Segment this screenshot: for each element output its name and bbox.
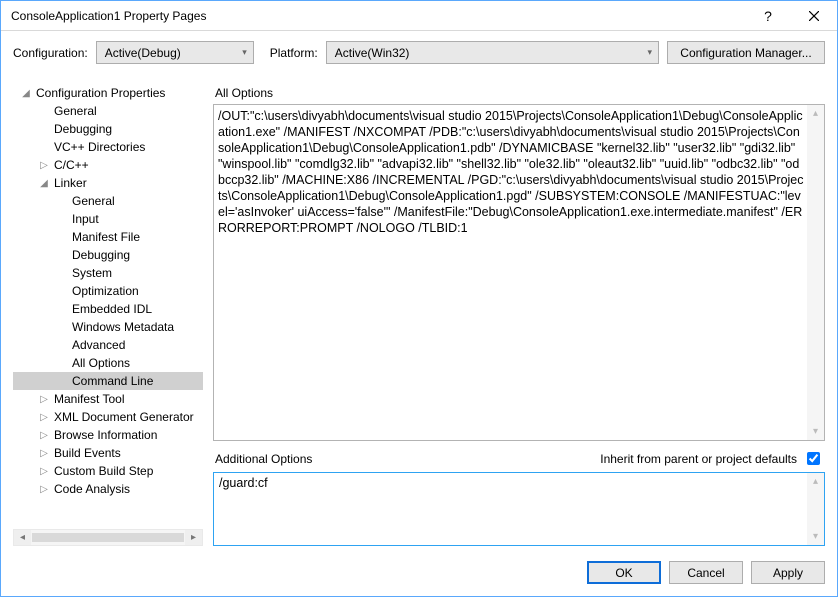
- tree-item-linker-manifest-file[interactable]: Manifest File: [13, 228, 203, 246]
- tree-item-ccpp[interactable]: ▷C/C++: [13, 156, 203, 174]
- tree-item-linker-input[interactable]: Input: [13, 210, 203, 228]
- middle-area: ◢ Configuration Properties General Debug…: [13, 84, 825, 546]
- all-options-text[interactable]: /OUT:"c:\users\divyabh\documents\visual …: [214, 105, 824, 440]
- scrollbar-thumb[interactable]: [32, 533, 184, 542]
- configuration-manager-button[interactable]: Configuration Manager...: [667, 41, 825, 64]
- triangle-right-icon: ▷: [37, 412, 51, 423]
- tree-item-build-events[interactable]: ▷Build Events: [13, 444, 203, 462]
- configuration-value: Active(Debug): [105, 46, 181, 60]
- platform-combo[interactable]: Active(Win32) ▾: [326, 41, 659, 64]
- tree-item-linker-system[interactable]: System: [13, 264, 203, 282]
- window-title: ConsoleApplication1 Property Pages: [11, 9, 745, 23]
- close-button[interactable]: [791, 1, 837, 31]
- all-options-label: All Options: [213, 84, 825, 104]
- tree-pane: ◢ Configuration Properties General Debug…: [13, 84, 203, 546]
- scroll-left-icon[interactable]: ◂: [14, 530, 31, 545]
- tree-horizontal-scrollbar[interactable]: ◂ ▸: [13, 529, 203, 546]
- tree-item-manifest-tool[interactable]: ▷Manifest Tool: [13, 390, 203, 408]
- tree-item-browse-info[interactable]: ▷Browse Information: [13, 426, 203, 444]
- close-icon: [809, 11, 819, 21]
- scroll-up-icon[interactable]: ▴: [807, 105, 824, 122]
- triangle-right-icon: ▷: [37, 430, 51, 441]
- triangle-down-icon: ◢: [19, 88, 33, 99]
- tree-item-linker-debugging[interactable]: Debugging: [13, 246, 203, 264]
- tree-root[interactable]: ◢ Configuration Properties: [13, 84, 203, 102]
- scroll-up-icon[interactable]: ▴: [807, 473, 824, 490]
- all-options-box: /OUT:"c:\users\divyabh\documents\visual …: [213, 104, 825, 441]
- tree-item-linker-advanced[interactable]: Advanced: [13, 336, 203, 354]
- config-toolbar: Configuration: Active(Debug) ▾ Platform:…: [13, 41, 825, 64]
- chevron-down-icon: ▾: [647, 47, 652, 58]
- platform-label: Platform:: [270, 46, 318, 60]
- tree-item-general[interactable]: General: [13, 102, 203, 120]
- tree-item-linker-embedded-idl[interactable]: Embedded IDL: [13, 300, 203, 318]
- ok-button[interactable]: OK: [587, 561, 661, 584]
- cancel-button[interactable]: Cancel: [669, 561, 743, 584]
- tree-item-code-analysis[interactable]: ▷Code Analysis: [13, 480, 203, 498]
- chevron-down-icon: ▾: [242, 47, 247, 58]
- tree-item-linker[interactable]: ◢Linker: [13, 174, 203, 192]
- tree-item-vcpp-directories[interactable]: VC++ Directories: [13, 138, 203, 156]
- additional-options-text[interactable]: /guard:cf: [214, 473, 824, 545]
- tree-item-debugging[interactable]: Debugging: [13, 120, 203, 138]
- all-options-vscroll[interactable]: ▴ ▾: [807, 105, 824, 440]
- triangle-right-icon: ▷: [37, 394, 51, 405]
- inherit-label: Inherit from parent or project defaults: [600, 452, 797, 466]
- scroll-down-icon[interactable]: ▾: [807, 423, 824, 440]
- triangle-right-icon: ▷: [37, 160, 51, 171]
- triangle-down-icon: ◢: [37, 178, 51, 189]
- property-tree[interactable]: ◢ Configuration Properties General Debug…: [13, 84, 203, 525]
- apply-button[interactable]: Apply: [751, 561, 825, 584]
- tree-item-linker-all-options[interactable]: All Options: [13, 354, 203, 372]
- help-button[interactable]: ?: [745, 1, 791, 31]
- dialog-buttons: OK Cancel Apply: [13, 561, 825, 584]
- scroll-right-icon[interactable]: ▸: [185, 530, 202, 545]
- tree-item-linker-windows-metadata[interactable]: Windows Metadata: [13, 318, 203, 336]
- tree-item-linker-command-line[interactable]: Command Line: [13, 372, 203, 390]
- tree-item-custom-build-step[interactable]: ▷Custom Build Step: [13, 462, 203, 480]
- inherit-row: Additional Options Inherit from parent o…: [213, 449, 823, 468]
- configuration-combo[interactable]: Active(Debug) ▾: [96, 41, 254, 64]
- triangle-right-icon: ▷: [37, 466, 51, 477]
- tree-item-linker-optimization[interactable]: Optimization: [13, 282, 203, 300]
- configuration-label: Configuration:: [13, 46, 88, 60]
- inherit-checkbox[interactable]: [807, 452, 820, 465]
- triangle-right-icon: ▷: [37, 484, 51, 495]
- additional-options-box[interactable]: /guard:cf ▴ ▾: [213, 472, 825, 546]
- right-pane: All Options /OUT:"c:\users\divyabh\docum…: [213, 84, 825, 546]
- tree-item-linker-general[interactable]: General: [13, 192, 203, 210]
- platform-value: Active(Win32): [335, 46, 410, 60]
- additional-options-label: Additional Options: [213, 452, 594, 466]
- scroll-down-icon[interactable]: ▾: [807, 528, 824, 545]
- triangle-right-icon: ▷: [37, 448, 51, 459]
- content-area: Configuration: Active(Debug) ▾ Platform:…: [1, 31, 837, 596]
- additional-options-vscroll[interactable]: ▴ ▾: [807, 473, 824, 545]
- tree-item-xml-doc-gen[interactable]: ▷XML Document Generator: [13, 408, 203, 426]
- titlebar: ConsoleApplication1 Property Pages ?: [1, 1, 837, 31]
